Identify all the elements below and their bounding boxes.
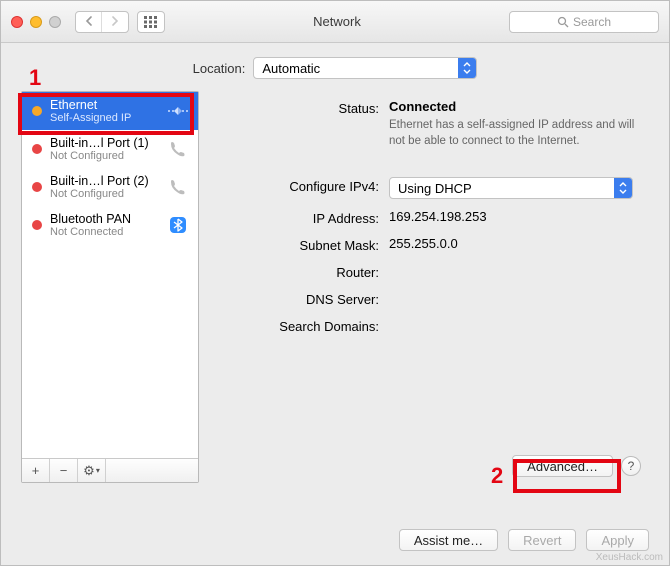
network-window: Network Search Location: Automatic bbox=[0, 0, 670, 566]
ip-label: IP Address: bbox=[219, 209, 379, 226]
advanced-button[interactable]: Advanced… bbox=[512, 455, 613, 477]
phone-icon bbox=[166, 175, 190, 199]
window-title: Network bbox=[173, 14, 501, 29]
router-value bbox=[389, 263, 641, 280]
dns-value bbox=[389, 290, 641, 307]
back-button[interactable] bbox=[76, 12, 102, 32]
sidebar-item-bluetooth[interactable]: Bluetooth PAN Not Connected bbox=[22, 206, 198, 244]
gear-icon: ⚙︎ bbox=[83, 463, 95, 479]
ethernet-icon bbox=[166, 99, 190, 123]
nav-back-forward bbox=[75, 11, 129, 33]
interface-name: Built-in…l Port (2) bbox=[50, 174, 158, 188]
chevron-updown-icon bbox=[614, 178, 632, 198]
gear-menu-button[interactable]: ⚙︎▾ bbox=[78, 459, 106, 482]
router-label: Router: bbox=[219, 263, 379, 280]
interface-status: Self-Assigned IP bbox=[50, 112, 158, 124]
interface-name: Ethernet bbox=[50, 98, 158, 112]
search-domains-label: Search Domains: bbox=[219, 317, 379, 334]
forward-button[interactable] bbox=[102, 12, 128, 32]
help-button[interactable]: ? bbox=[621, 456, 641, 476]
zoom-icon bbox=[49, 16, 61, 28]
status-dot-icon bbox=[32, 220, 42, 230]
watermark: XeusHack.com bbox=[596, 552, 663, 563]
location-row: Location: Automatic bbox=[21, 57, 649, 79]
interface-status: Not Configured bbox=[50, 188, 158, 200]
sidebar-item-modem-2[interactable]: Built-in…l Port (2) Not Configured bbox=[22, 168, 198, 206]
show-all-button[interactable] bbox=[137, 11, 165, 33]
status-dot-icon bbox=[32, 182, 42, 192]
annotation-number-2: 2 bbox=[491, 463, 503, 489]
revert-button[interactable]: Revert bbox=[508, 529, 576, 551]
interface-list: Ethernet Self-Assigned IP Built-in…l Por… bbox=[22, 92, 198, 458]
interface-status: Not Connected bbox=[50, 226, 158, 238]
configure-ipv4-select[interactable]: Using DHCP bbox=[389, 177, 633, 199]
search-icon bbox=[557, 16, 569, 28]
location-value: Automatic bbox=[262, 61, 320, 76]
annotation-number-1: 1 bbox=[29, 65, 41, 91]
apply-button[interactable]: Apply bbox=[586, 529, 649, 551]
configure-value: Using DHCP bbox=[398, 181, 472, 196]
configure-label: Configure IPv4: bbox=[219, 177, 379, 199]
status-dot-icon bbox=[32, 106, 42, 116]
interface-sidebar: Ethernet Self-Assigned IP Built-in…l Por… bbox=[21, 91, 199, 483]
interface-status: Not Configured bbox=[50, 150, 158, 162]
phone-icon bbox=[166, 137, 190, 161]
bluetooth-icon bbox=[166, 213, 190, 237]
interface-name: Bluetooth PAN bbox=[50, 212, 158, 226]
dns-label: DNS Server: bbox=[219, 290, 379, 307]
subnet-value: 255.255.0.0 bbox=[389, 236, 641, 253]
minimize-icon[interactable] bbox=[30, 16, 42, 28]
ip-value: 169.254.198.253 bbox=[389, 209, 641, 226]
status-label: Status: bbox=[219, 99, 379, 149]
status-value: Connected bbox=[389, 99, 456, 114]
sidebar-footer: + − ⚙︎▾ bbox=[22, 458, 198, 482]
titlebar: Network Search bbox=[1, 1, 669, 43]
search-field[interactable]: Search bbox=[509, 11, 659, 33]
interface-name: Built-in…l Port (1) bbox=[50, 136, 158, 150]
status-dot-icon bbox=[32, 144, 42, 154]
search-placeholder: Search bbox=[573, 15, 611, 29]
close-icon[interactable] bbox=[11, 16, 23, 28]
search-domains-value bbox=[389, 317, 641, 334]
sidebar-item-ethernet[interactable]: Ethernet Self-Assigned IP bbox=[22, 92, 198, 130]
main-row: Ethernet Self-Assigned IP Built-in…l Por… bbox=[21, 91, 649, 483]
location-select[interactable]: Automatic bbox=[253, 57, 477, 79]
detail-panel: Status: Connected Ethernet has a self-as… bbox=[211, 91, 649, 483]
content: Location: Automatic Ethernet Self-Assign… bbox=[1, 43, 669, 483]
traffic-lights bbox=[11, 16, 61, 28]
assist-button[interactable]: Assist me… bbox=[399, 529, 498, 551]
add-interface-button[interactable]: + bbox=[22, 459, 50, 482]
location-label: Location: bbox=[193, 61, 246, 76]
subnet-label: Subnet Mask: bbox=[219, 236, 379, 253]
sidebar-item-modem-1[interactable]: Built-in…l Port (1) Not Configured bbox=[22, 130, 198, 168]
bottom-button-row: Assist me… Revert Apply bbox=[399, 529, 649, 551]
remove-interface-button[interactable]: − bbox=[50, 459, 78, 482]
chevron-updown-icon bbox=[458, 58, 476, 78]
status-warning: Ethernet has a self-assigned IP address … bbox=[389, 118, 641, 149]
